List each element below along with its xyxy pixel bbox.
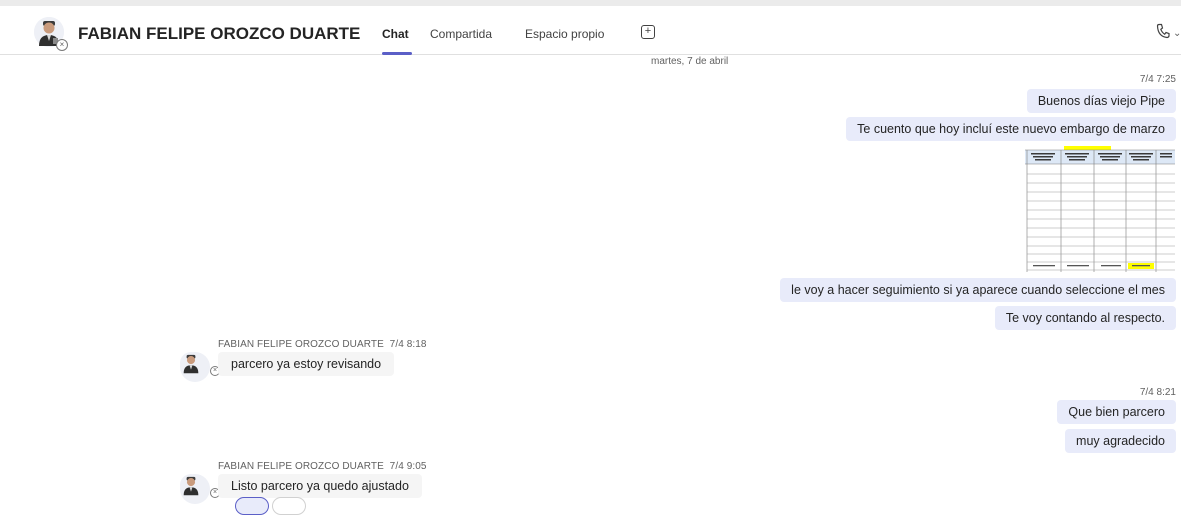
- tab-compartida[interactable]: Compartida: [430, 27, 492, 41]
- message-bubble-outgoing[interactable]: le voy a hacer seguimiento si ya aparece…: [780, 278, 1176, 302]
- tab-espacio-propio[interactable]: Espacio propio: [525, 27, 604, 41]
- message-timestamp: 7/4 9:05: [389, 461, 427, 472]
- message-timestamp: 7/4 8:21: [1139, 387, 1176, 398]
- message-timestamp: 7/4 8:18: [389, 339, 427, 350]
- spreadsheet-image[interactable]: [1025, 146, 1175, 272]
- message-timestamp: 7/4 7:25: [1139, 74, 1176, 85]
- chevron-down-icon[interactable]: ⌄: [1173, 28, 1181, 39]
- message-bubble-outgoing[interactable]: Te voy contando al respecto.: [994, 306, 1176, 330]
- reaction-add-button[interactable]: [272, 497, 306, 515]
- sender-name: FABIAN FELIPE OROZCO DUARTE: [218, 339, 384, 350]
- contact-name: FABIAN FELIPE OROZCO DUARTE: [78, 24, 361, 43]
- message-bubble-incoming[interactable]: parcero ya estoy revisando: [218, 352, 395, 376]
- presence-offline-icon: ×: [56, 39, 68, 51]
- avatar[interactable]: ×: [34, 17, 68, 51]
- chat-header: × FABIAN FELIPE OROZCO DUARTE Chat Compa…: [0, 6, 1181, 55]
- message-bubble-outgoing[interactable]: muy agradecido: [1065, 429, 1176, 453]
- avatar[interactable]: ×: [180, 352, 220, 382]
- message-bubble-outgoing[interactable]: Buenos días viejo Pipe: [1026, 89, 1176, 113]
- avatar[interactable]: ×: [180, 474, 220, 504]
- person-icon: [180, 352, 202, 374]
- reaction-like-button[interactable]: [235, 497, 269, 515]
- message-bubble-incoming[interactable]: Listo parcero ya quedo ajustado: [218, 474, 422, 498]
- sender-name: FABIAN FELIPE OROZCO DUARTE: [218, 461, 384, 472]
- message-bubble-outgoing[interactable]: Te cuento que hoy incluí este nuevo emba…: [846, 117, 1176, 141]
- active-tab-indicator: [382, 52, 412, 55]
- phone-icon[interactable]: [1156, 23, 1170, 39]
- date-separator: martes, 7 de abril: [651, 56, 729, 67]
- message-bubble-outgoing[interactable]: Que bien parcero: [1057, 400, 1176, 424]
- plus-icon[interactable]: +: [641, 25, 655, 39]
- spreadsheet-thumbnail: [1025, 146, 1175, 272]
- tab-chat[interactable]: Chat: [382, 27, 409, 41]
- message-meta: FABIAN FELIPE OROZCO DUARTE 7/4 9:05: [218, 461, 427, 472]
- person-icon: [180, 474, 202, 496]
- message-meta: FABIAN FELIPE OROZCO DUARTE 7/4 8:18: [218, 339, 427, 350]
